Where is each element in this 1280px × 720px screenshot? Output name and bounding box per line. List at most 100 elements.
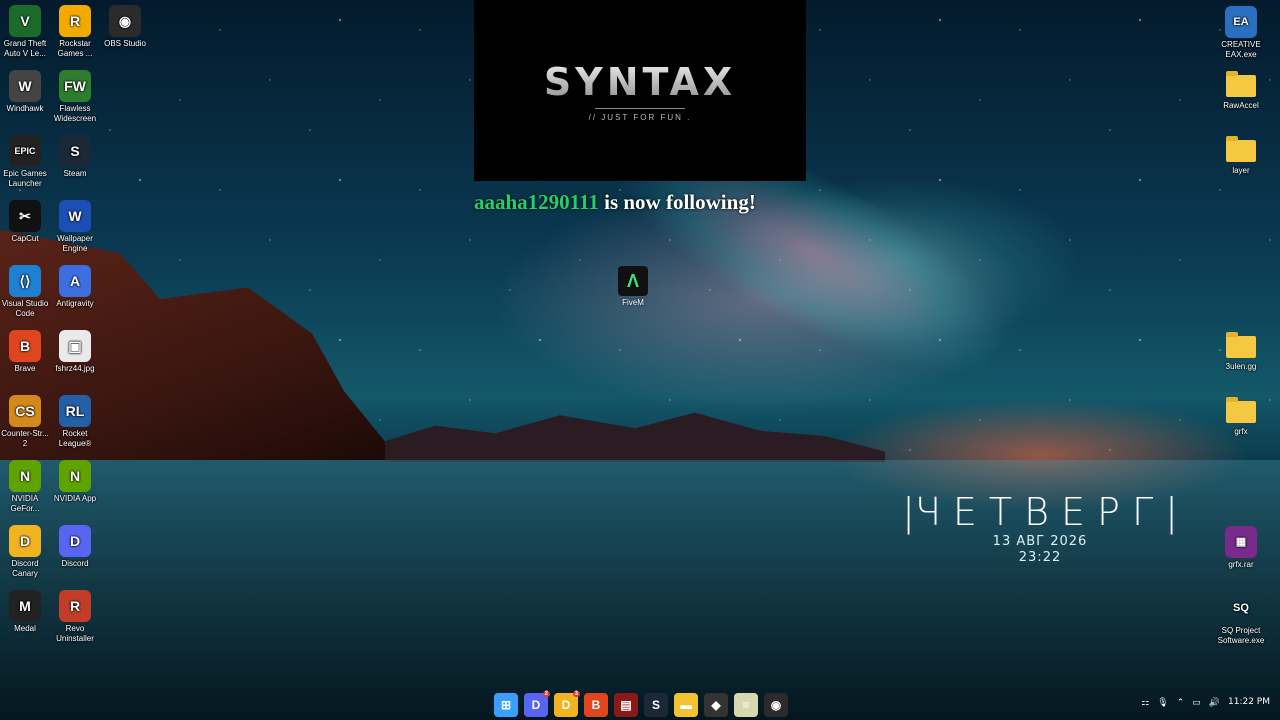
chevron-up-icon[interactable]: ⌃: [1177, 697, 1185, 708]
follow-alert-message: is now following!: [598, 190, 756, 214]
desktop-icon-nvgf[interactable]: N NVIDIA GeFor...: [0, 460, 50, 514]
desktop-icon-wallpaper[interactable]: W Wallpaper Engine: [50, 200, 100, 254]
desktop-icon-vscode[interactable]: ⟨⟩ Visual Studio Code: [0, 265, 50, 319]
obs-studio-icon: ◉: [109, 5, 141, 37]
desktop-icon-label: Discord Canary: [11, 559, 39, 578]
microphone-icon[interactable]: 🎙: [1157, 697, 1168, 708]
taskbar-notepad-button[interactable]: ≡: [734, 693, 758, 717]
desktop-icon-label: fshrz44.jpg: [55, 364, 95, 373]
desktop-icon-obs[interactable]: ◉ OBS Studio: [100, 5, 150, 49]
desktop-icon-discord[interactable]: D Discord: [50, 525, 100, 569]
windows-start-icon: ⊞: [500, 698, 512, 712]
desktop-icon-label: RawAccel: [1223, 101, 1259, 110]
overlay-tagline: // JUST FOR FUN .: [588, 112, 692, 122]
desktop-icon-label: Wallpaper Engine: [57, 234, 93, 253]
desktop-icon-medal[interactable]: M Medal: [0, 590, 50, 634]
folder-icon: [1226, 71, 1256, 97]
epic-games-icon: EPIC: [9, 135, 41, 167]
desktop-icon-jpg[interactable]: ▣ fshrz44.jpg: [50, 330, 100, 374]
clock-widget: |ЧЕТВЕРГ| 13 АВГ 2026 23:22: [895, 490, 1185, 566]
desktop-icon-antigravity[interactable]: A Antigravity: [50, 265, 100, 309]
desktop-icon-windhawk[interactable]: W Windhawk: [0, 70, 50, 114]
gta-v-icon: V: [9, 5, 41, 37]
desktop-icon-label: CREATIVE EAX.exe: [1221, 40, 1261, 59]
nvidia-geforce-icon: N: [9, 460, 41, 492]
winrar-icon: ▦: [1225, 526, 1257, 558]
taskbar-discord-button[interactable]: D2: [524, 691, 550, 717]
desktop-icon-3ulen[interactable]: 3ulen.gg: [1216, 331, 1266, 372]
desktop-icon-epic[interactable]: EPIC Epic Games Launcher: [0, 135, 50, 189]
desktop-icon-sq[interactable]: SQ SQ Project Software.exe: [1216, 592, 1266, 646]
desktop-icon-steam[interactable]: S Steam: [50, 135, 100, 179]
discord-icon: D: [531, 698, 541, 712]
desktop-icon-label: FiveM: [622, 298, 644, 307]
windhawk-icon: W: [9, 70, 41, 102]
desktop-icon-canary[interactable]: D Discord Canary: [0, 525, 50, 579]
clock-day: |ЧЕТВЕРГ|: [902, 490, 1178, 534]
desktop-icon-grfxrar[interactable]: ▦ grfx.rar: [1216, 526, 1266, 570]
clock-time: 23:22: [1018, 550, 1062, 565]
obs-studio-icon: ◉: [770, 698, 782, 712]
desktop-icon-rawaccel[interactable]: RawAccel: [1216, 70, 1266, 111]
desktop-icon-label: Windhawk: [6, 104, 44, 113]
desktop-icon-label: Visual Studio Code: [1, 299, 49, 318]
taskbar-file-explorer-button[interactable]: ▬: [674, 693, 698, 717]
taskbar-apps: ⊞ D 2 D 3 B ▤ S ▬ ◆ ≡ ◉: [494, 691, 788, 719]
folder-icon: [1226, 332, 1256, 358]
desktop-icon-label: Rocket League®: [58, 429, 92, 448]
desktop-icon-rockstar[interactable]: R Rockstar Games ...: [50, 5, 100, 59]
desktop-icon-label: SQ Project Software.exe: [1217, 626, 1265, 645]
vscode-icon: ⟨⟩: [9, 265, 41, 297]
media-app-icon: ▤: [620, 698, 632, 712]
tray-clock[interactable]: 11:22 PM: [1228, 694, 1270, 710]
desktop-icon-label: Rockstar Games ...: [57, 39, 93, 58]
desktop-icon-fivem[interactable]: Λ FiveM: [613, 266, 653, 307]
desktop-icon-label: grfx: [1234, 427, 1248, 436]
counter-strike-icon: CS: [9, 395, 41, 427]
desktop-icon-label: Grand Theft Auto V Le...: [3, 39, 47, 58]
clock-date: 13 АВГ 2026: [992, 534, 1088, 549]
desktop-icon-label: Counter-Str... 2: [1, 429, 49, 448]
folder-icon: [1226, 397, 1256, 423]
desktop-icon-brave[interactable]: B Brave: [0, 330, 50, 374]
tray-widgets-icon[interactable]: ⚏: [1141, 697, 1149, 708]
overlay-logo-divider: [595, 107, 685, 109]
desktop-icon-label: layer: [1232, 166, 1250, 175]
desktop-icon-label: Medal: [14, 624, 36, 633]
desktop-icon-cs2[interactable]: CS Counter-Str... 2: [0, 395, 50, 449]
taskbar-app-button[interactable]: ◆: [704, 693, 728, 717]
taskbar: ⊞ D 2 D 3 B ▤ S ▬ ◆ ≡ ◉ ⚏ 🎙 ⌃ ▭ 🔊 11:22 PM: [0, 688, 1280, 720]
discord-icon: D: [59, 525, 91, 557]
desktop-icon-label: CapCut: [11, 234, 39, 243]
rockstar-games-icon: R: [59, 5, 91, 37]
network-icon[interactable]: ▭: [1192, 697, 1201, 708]
taskbar-steam-button[interactable]: S: [644, 693, 668, 717]
volume-icon[interactable]: 🔊: [1209, 697, 1220, 708]
flawless-widescreen-icon: FW: [59, 70, 91, 102]
file-explorer-icon: ▬: [680, 698, 692, 712]
desktop-icon-flawless[interactable]: FW Flawless Widescreen: [50, 70, 100, 124]
desktop-icon-creative[interactable]: EA CREATIVE EAX.exe: [1216, 6, 1266, 60]
desktop-icon-grfx[interactable]: grfx: [1216, 396, 1266, 437]
desktop-icon-label: Revo Uninstaller: [56, 624, 94, 643]
fivem-icon: Λ: [618, 266, 648, 296]
desktop-icon-revo[interactable]: R Revo Uninstaller: [50, 590, 100, 644]
desktop-icon-rocket[interactable]: RL Rocket League®: [50, 395, 100, 449]
brave-icon: B: [9, 330, 41, 362]
taskbar-windows-start-button[interactable]: ⊞: [494, 693, 518, 717]
system-tray: ⚏ 🎙 ⌃ ▭ 🔊 11:22 PM: [1141, 694, 1270, 710]
taskbar-media-app-button[interactable]: ▤: [614, 693, 638, 717]
taskbar-obs-studio-button[interactable]: ◉: [764, 693, 788, 717]
desktop-icon-gta[interactable]: V Grand Theft Auto V Le...: [0, 5, 50, 59]
stream-overlay-logo: SYNTAX // JUST FOR FUN .: [474, 0, 806, 181]
desktop-icon-capcut[interactable]: ✂ CapCut: [0, 200, 50, 244]
desktop-icon-nvapp[interactable]: N NVIDIA App: [50, 460, 100, 504]
taskbar-brave-button[interactable]: B: [584, 693, 608, 717]
discord-canary-icon: D: [561, 698, 571, 712]
taskbar-discord-canary-button[interactable]: D3: [554, 691, 580, 717]
overlay-logo-text: SYNTAX: [543, 59, 737, 104]
desktop-icon-layer[interactable]: layer: [1216, 135, 1266, 176]
creative-eax-icon: EA: [1225, 6, 1257, 38]
desktop-icon-label: OBS Studio: [104, 39, 146, 48]
brave-icon: B: [591, 698, 601, 712]
